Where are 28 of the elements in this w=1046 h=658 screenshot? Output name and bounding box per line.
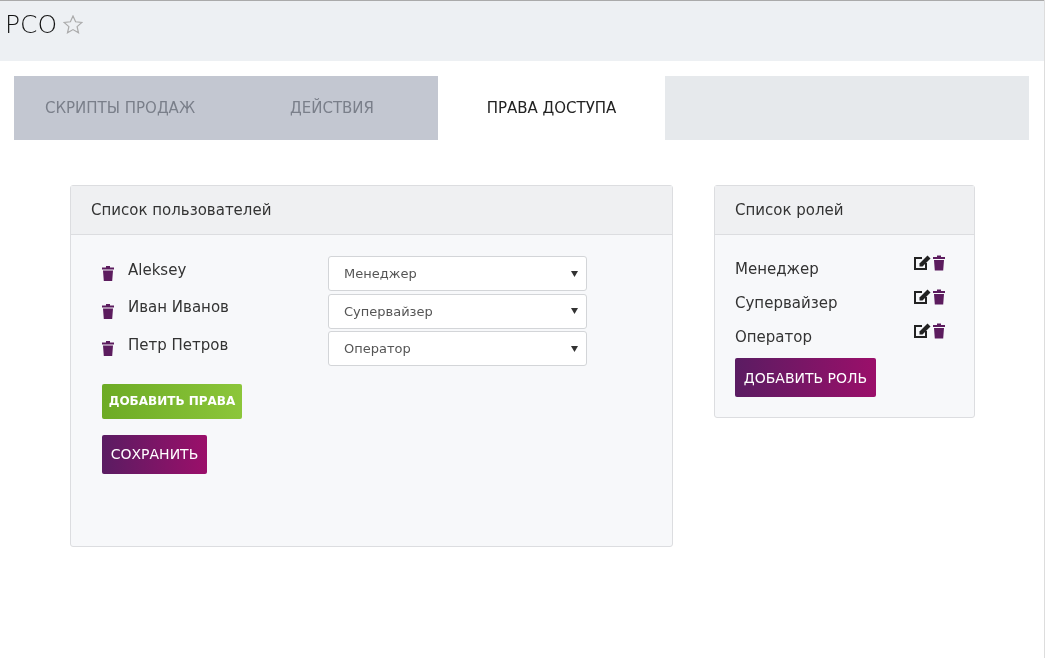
trash-icon[interactable]	[102, 341, 114, 357]
edit-icon[interactable]	[913, 255, 931, 271]
role-name: Менеджер	[735, 259, 819, 278]
page-title: РСО	[5, 9, 58, 39]
role-dropdown[interactable]: Супервайзер	[328, 293, 587, 329]
role-dropdown[interactable]: Менеджер	[328, 256, 587, 292]
user-name: Иван Иванов	[128, 298, 230, 317]
edit-icon[interactable]	[913, 323, 931, 339]
panel-title: Список пользователей	[71, 186, 672, 235]
role-name: Супервайзер	[735, 293, 838, 312]
trash-icon[interactable]	[933, 323, 945, 339]
user-name: Петр Петров	[128, 335, 230, 354]
tab[interactable]: ПРАВА ДОСТУПА	[438, 76, 665, 140]
caret-icon	[571, 308, 578, 315]
role-dropdown[interactable]: Оператор	[328, 331, 587, 367]
trash-icon[interactable]	[933, 255, 945, 271]
panel-title: Список ролей	[715, 186, 974, 235]
caret-icon	[571, 270, 578, 277]
add-role-button[interactable]: ДОБАВИТЬ РОЛЬ	[735, 358, 876, 397]
trash-icon[interactable]	[102, 266, 114, 282]
trash-icon[interactable]	[933, 289, 945, 305]
save-button[interactable]: СОХРАНИТЬ	[102, 434, 207, 474]
role-name: Оператор	[735, 327, 812, 346]
user-name: Aleksey	[128, 260, 188, 279]
star-icon[interactable]	[63, 14, 84, 34]
edit-icon[interactable]	[913, 289, 931, 305]
trash-icon[interactable]	[102, 303, 114, 319]
caret-icon	[571, 345, 578, 352]
